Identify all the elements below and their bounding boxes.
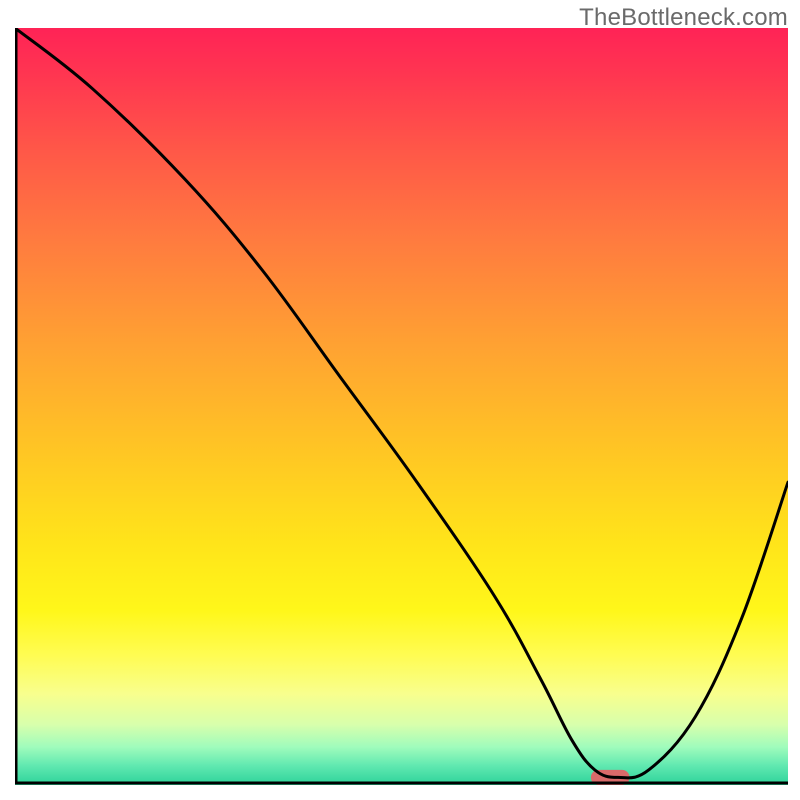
chart-svg	[15, 28, 788, 785]
plot-area	[15, 28, 788, 785]
bottleneck-curve-line	[15, 28, 788, 778]
watermark-text: TheBottleneck.com	[579, 4, 788, 32]
axis-frame	[16, 28, 788, 783]
chart-container: TheBottleneck.com	[0, 0, 800, 800]
